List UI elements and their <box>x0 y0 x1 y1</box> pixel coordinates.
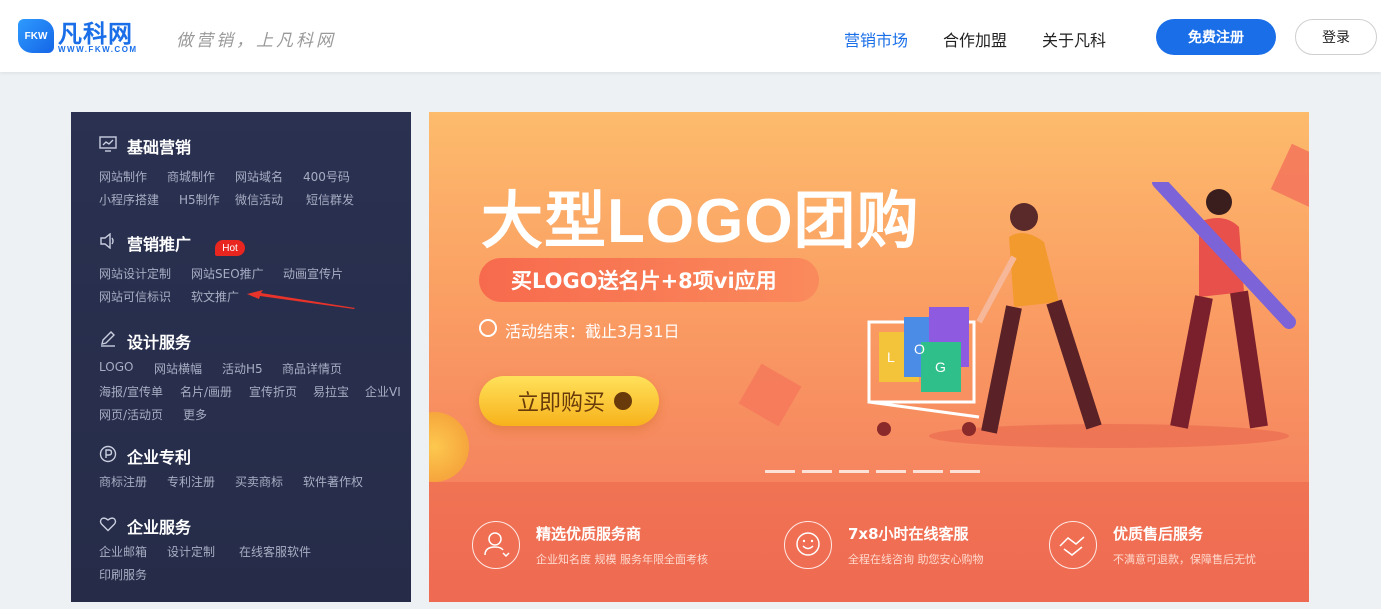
banner-date: 活动结束：截止3月31日 <box>505 322 680 341</box>
link-patent-register[interactable]: 专利注册 <box>167 473 215 490</box>
pointer-arrow <box>247 290 355 309</box>
category-title-patent[interactable]: 企业专利 <box>127 444 191 468</box>
login-button[interactable]: 登录 <box>1295 19 1377 55</box>
link-card-brochure[interactable]: 名片/画册 <box>180 383 232 400</box>
feature-desc-1: 企业知名度 规模 服务年限全面考核 <box>536 553 708 566</box>
link-seo[interactable]: 网站SEO推广 <box>191 265 264 282</box>
logo-url: WWW.FKW.COM <box>58 45 138 54</box>
feature-title-2: 7x8小时在线客服 <box>848 525 969 543</box>
feature-desc-3: 不满意可退款，保障售后无忧 <box>1113 553 1256 566</box>
link-animation[interactable]: 动画宣传片 <box>283 265 343 282</box>
carousel-dot[interactable] <box>876 470 906 473</box>
link-h5[interactable]: H5制作 <box>179 191 220 208</box>
link-product-detail[interactable]: 商品详情页 <box>282 360 342 377</box>
link-copyright[interactable]: 软件著作权 <box>303 473 363 490</box>
link-poster[interactable]: 海报/宣传单 <box>99 383 163 400</box>
link-domain[interactable]: 网站域名 <box>235 168 283 185</box>
pen-icon <box>99 330 117 348</box>
bag-letter-g: G <box>935 359 946 375</box>
hot-badge: Hot <box>215 240 245 256</box>
handshake-icon <box>1049 521 1097 569</box>
link-logo[interactable]: LOGO <box>99 360 133 374</box>
category-title-promotion[interactable]: 营销推广 <box>127 231 191 255</box>
carousel-dot[interactable] <box>802 470 832 473</box>
nav-partnership[interactable]: 合作加盟 <box>943 27 1007 51</box>
banner-subtitle: 买LOGO送名片+8项vi应用 <box>479 258 819 302</box>
link-wechat-activity[interactable]: 微信活动 <box>235 191 283 208</box>
patent-icon <box>99 445 117 463</box>
carousel-dot[interactable] <box>765 470 795 473</box>
link-webpage[interactable]: 网页/活动页 <box>99 406 163 423</box>
link-banner[interactable]: 网站横幅 <box>154 360 202 377</box>
link-mailbox[interactable]: 企业邮箱 <box>99 543 147 560</box>
link-site-design-custom[interactable]: 网站设计定制 <box>99 265 171 282</box>
heart-icon <box>99 515 117 533</box>
chart-icon <box>99 135 117 153</box>
logo-name[interactable]: 凡科网 <box>58 14 133 49</box>
link-customer-service[interactable]: 在线客服软件 <box>239 543 311 560</box>
service-sidebar: 基础营销 网站制作 商城制作 网站域名 400号码 小程序搭建 H5制作 微信活… <box>71 112 411 602</box>
feature-title-3: 优质售后服务 <box>1113 525 1204 543</box>
clock-icon <box>479 319 497 337</box>
feature-title-1: 精选优质服务商 <box>536 525 642 543</box>
link-400[interactable]: 400号码 <box>303 168 350 185</box>
buy-now-button[interactable]: 立即购买 <box>479 376 659 426</box>
link-trademark[interactable]: 商标注册 <box>99 473 147 490</box>
link-mall[interactable]: 商城制作 <box>167 168 215 185</box>
category-title-enterprise[interactable]: 企业服务 <box>127 514 191 538</box>
link-leaflet[interactable]: 宣传折页 <box>249 383 297 400</box>
top-header: FKW 凡科网 WWW.FKW.COM 做营销，上凡科网 营销市场 合作加盟 关… <box>0 0 1381 72</box>
bag-letter-l: L <box>887 349 895 365</box>
carousel-dot[interactable] <box>913 470 943 473</box>
link-trust-mark[interactable]: 网站可信标识 <box>99 288 171 305</box>
register-button[interactable]: 免费注册 <box>1156 19 1276 55</box>
link-more[interactable]: 更多 <box>183 406 207 423</box>
bag-letter-o: O <box>914 341 925 357</box>
link-trade-mark[interactable]: 买卖商标 <box>235 473 283 490</box>
link-design-custom[interactable]: 设计定制 <box>167 543 215 560</box>
speaker-icon <box>99 232 117 250</box>
category-title-design[interactable]: 设计服务 <box>127 329 191 353</box>
slogan: 做营销，上凡科网 <box>176 31 336 51</box>
link-activity-h5[interactable]: 活动H5 <box>222 360 263 377</box>
smile-chat-icon <box>784 521 832 569</box>
link-miniprogram[interactable]: 小程序搭建 <box>99 191 159 208</box>
carousel-dot[interactable] <box>950 470 980 473</box>
promo-banner[interactable]: 大型LOGO团购 买LOGO送名片+8项vi应用 活动结束：截止3月31日 立即… <box>429 112 1309 602</box>
nav-marketing-market[interactable]: 营销市场 <box>844 27 908 51</box>
link-printing[interactable]: 印刷服务 <box>99 566 147 583</box>
link-sms[interactable]: 短信群发 <box>306 191 354 208</box>
category-title-basic-marketing[interactable]: 基础营销 <box>127 134 191 158</box>
logo-badge[interactable]: FKW <box>18 19 54 53</box>
carousel-dot[interactable] <box>839 470 869 473</box>
link-soft-article[interactable]: 软文推广 <box>191 288 239 305</box>
decor-coin <box>429 412 469 482</box>
nav-about[interactable]: 关于凡科 <box>1042 27 1106 51</box>
link-vi[interactable]: 企业VI <box>365 383 401 400</box>
shopping-illustration: L O G <box>867 182 1296 448</box>
link-rollup[interactable]: 易拉宝 <box>313 383 349 400</box>
buy-now-label: 立即购买 <box>517 391 606 416</box>
decor-square <box>738 363 802 427</box>
play-icon <box>614 392 632 410</box>
feature-desc-2: 全程在线咨询 助您安心购物 <box>848 553 984 566</box>
user-heart-icon <box>472 521 520 569</box>
link-website[interactable]: 网站制作 <box>99 168 147 185</box>
